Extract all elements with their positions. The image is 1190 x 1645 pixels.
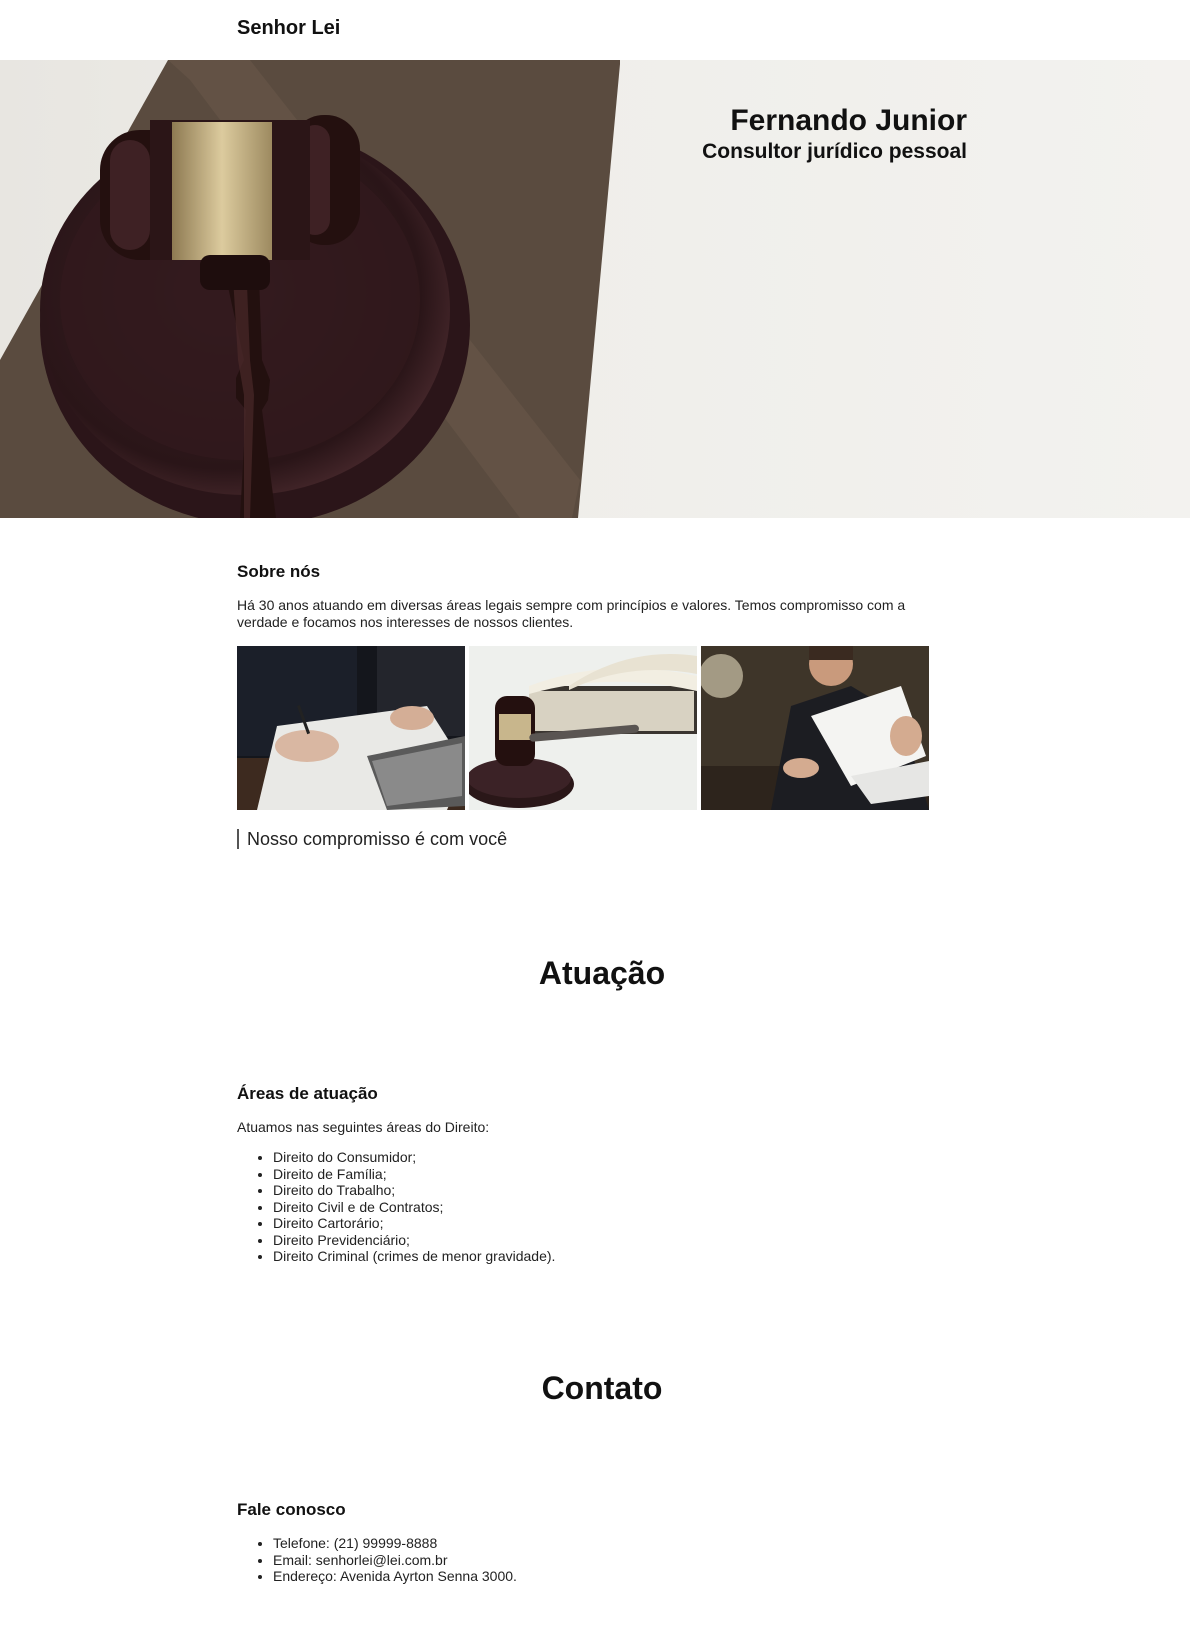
about-text: Há 30 anos atuando em diversas áreas leg… xyxy=(237,597,906,630)
atuacao-section-title: Atuação xyxy=(538,955,666,991)
list-item: Direito de Família; xyxy=(273,1166,957,1183)
list-item: Direito do Consumidor; xyxy=(273,1149,957,1166)
gallery-photo-signing xyxy=(237,646,465,810)
contact-phone: Telefone: (21) 99999-8888 xyxy=(273,1535,957,1552)
list-item: Direito Civil e de Contratos; xyxy=(273,1199,957,1216)
brand-link[interactable]: Senhor Lei xyxy=(237,17,340,40)
hero-role: Consultor jurídico pessoal xyxy=(702,140,967,163)
hero-name: Fernando Junior xyxy=(730,104,967,137)
gallery-photo-gavel-books xyxy=(469,646,697,810)
contato-title: Fale conosco xyxy=(237,1500,346,1519)
list-item: Direito Cartorário; xyxy=(273,1215,957,1232)
about-title: Sobre nós xyxy=(237,562,321,581)
gallery-photo-reading xyxy=(701,646,929,810)
contact-email: Email: senhorlei@lei.com.br xyxy=(273,1552,957,1569)
atuacao-section: Áreas de atuação Atuamos nas seguintes á… xyxy=(237,1084,957,1265)
contact-address: Endereço: Avenida Ayrton Senna 3000. xyxy=(273,1568,957,1585)
list-item: Direito Previdenciário; xyxy=(273,1232,957,1249)
contato-list: Telefone: (21) 99999-8888 Email: senhorl… xyxy=(237,1535,957,1585)
atuacao-intro: Atuamos nas seguintes áreas do Direito: xyxy=(237,1119,490,1135)
about-section: Sobre nós Há 30 anos atuando em diversas… xyxy=(237,562,957,631)
list-item: Direito do Trabalho; xyxy=(273,1182,957,1199)
site-header: Senhor Lei xyxy=(0,0,1190,60)
atuacao-list: Direito do Consumidor; Direito de Famíli… xyxy=(237,1149,957,1265)
hero-banner: Fernando Junior Consultor jurídico pesso… xyxy=(0,60,1190,518)
quote-block: Nosso compromisso é com você xyxy=(237,829,507,849)
gavel-image xyxy=(0,60,620,518)
contato-section: Fale conosco Telefone: (21) 99999-8888 E… xyxy=(237,1500,957,1585)
contato-section-title: Contato xyxy=(541,1370,663,1406)
atuacao-title: Áreas de atuação xyxy=(237,1084,378,1103)
photo-gallery xyxy=(237,646,931,810)
list-item: Direito Criminal (crimes de menor gravid… xyxy=(273,1248,957,1265)
